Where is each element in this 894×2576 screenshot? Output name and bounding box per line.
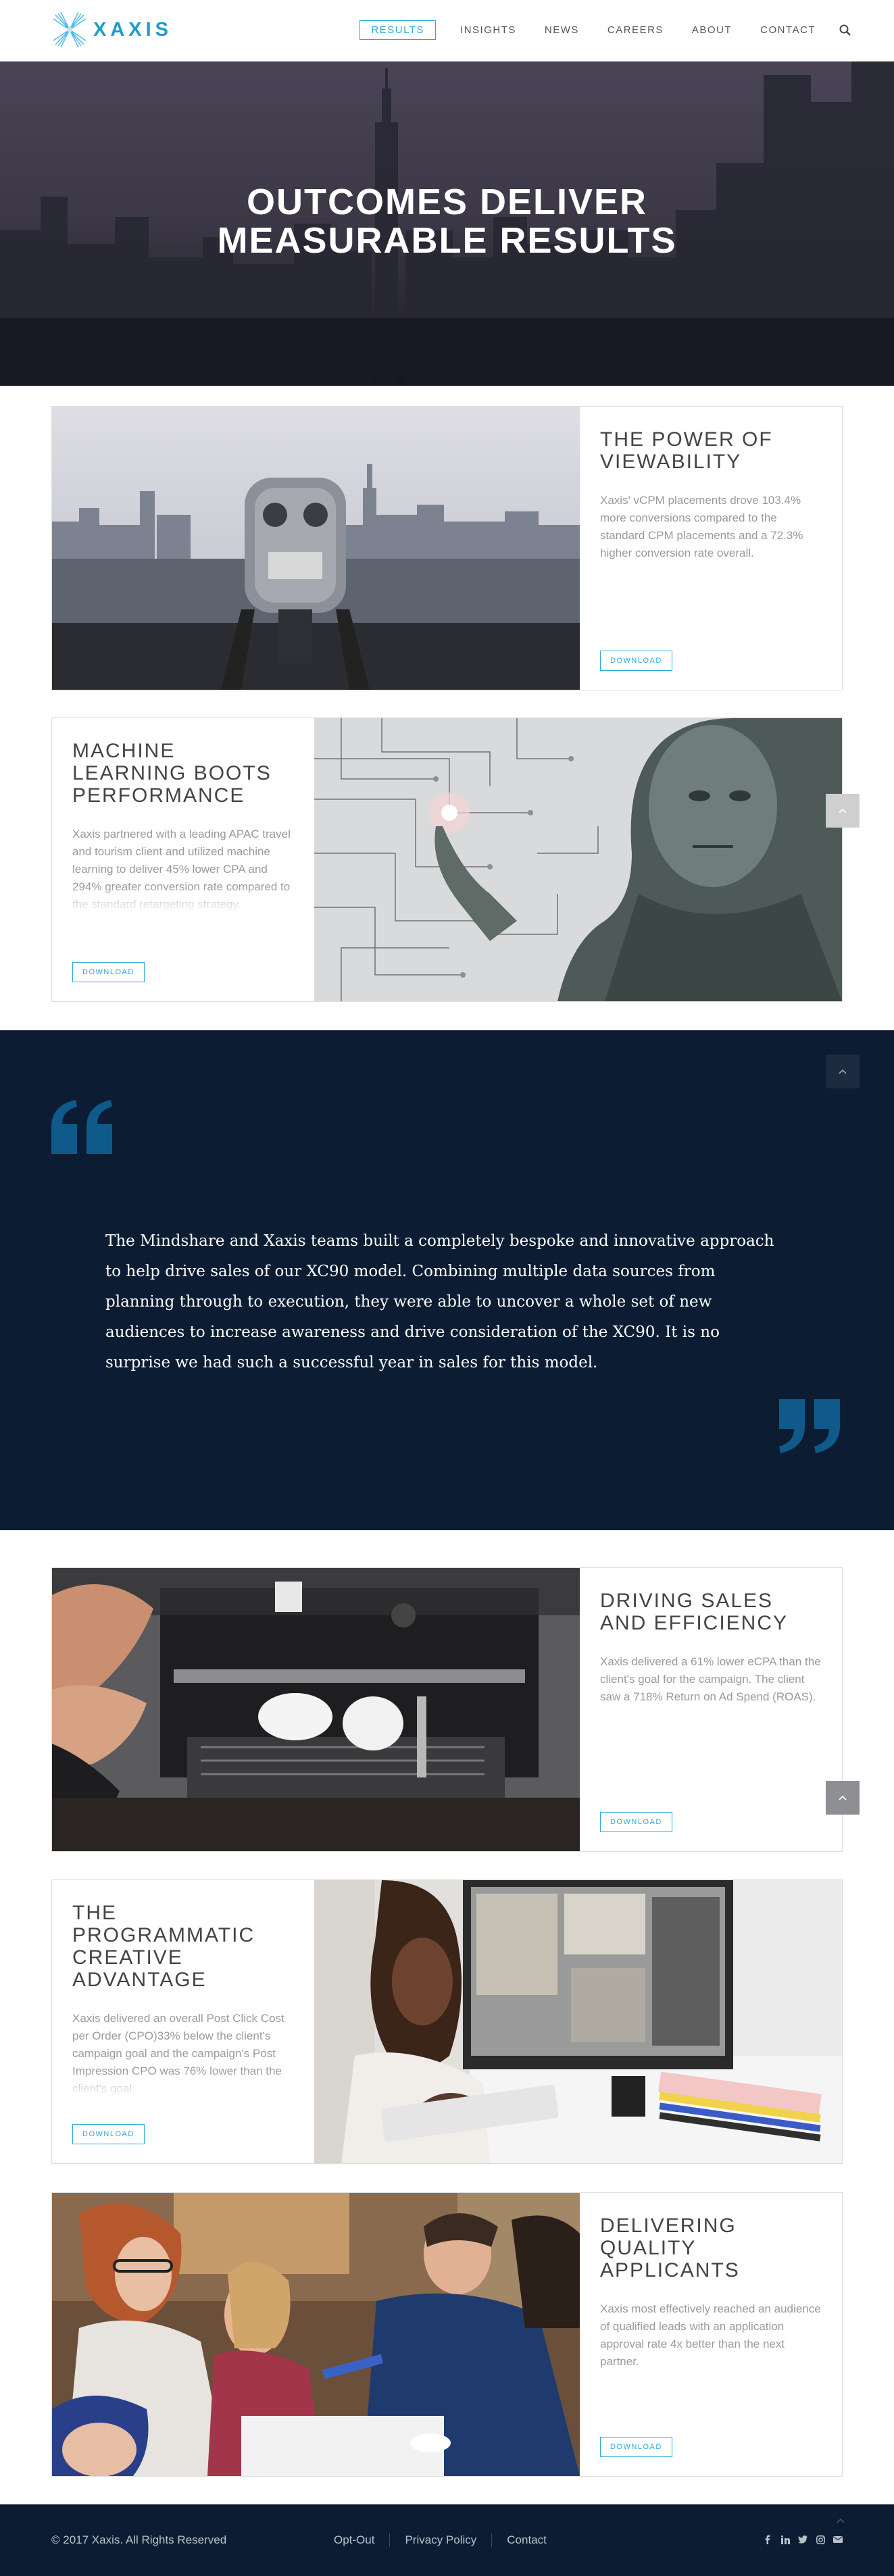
open-quote-icon bbox=[51, 1100, 112, 1154]
case-study-card-viewability: THE POWER OF VIEWABILITY Xaxis' vCPM pla… bbox=[51, 406, 843, 690]
scroll-up-button[interactable] bbox=[826, 1781, 860, 1815]
instagram-icon[interactable] bbox=[816, 2534, 825, 2545]
card-description: Xaxis most effectively reached an audien… bbox=[600, 2302, 821, 2368]
download-button[interactable]: DOWNLOAD bbox=[600, 651, 672, 671]
card-title: MACHINE LEARNING BOOTS PERFORMANCE bbox=[72, 740, 272, 807]
espresso-machine-image bbox=[52, 1568, 580, 1851]
twitter-icon[interactable] bbox=[798, 2534, 808, 2545]
card-description: Xaxis delivered a 61% lower eCPA than th… bbox=[600, 1655, 821, 1703]
footer-links: Opt-Out Privacy Policy Contact bbox=[331, 2533, 562, 2547]
card-description: Xaxis partnered with a leading APAC trav… bbox=[72, 826, 294, 913]
main-nav: RESULTS INSIGHTS NEWS CAREERS ABOUT CONT… bbox=[339, 20, 852, 40]
card-text-panel: THE POWER OF VIEWABILITY Xaxis' vCPM pla… bbox=[580, 407, 842, 690]
nav-results[interactable]: RESULTS bbox=[359, 20, 437, 40]
chevron-up-icon bbox=[839, 1795, 847, 1800]
copyright-text: © 2017 Xaxis. All Rights Reserved bbox=[51, 2533, 227, 2546]
case-study-card-quality-applicants: DELIVERING QUALITY APPLICANTS Xaxis most… bbox=[51, 2192, 843, 2477]
binocular-viewer-image bbox=[52, 407, 580, 690]
linkedin-icon[interactable] bbox=[780, 2534, 790, 2545]
side-arrow-button[interactable] bbox=[826, 794, 860, 828]
search-icon[interactable] bbox=[839, 24, 852, 37]
footer-link-privacy-policy[interactable]: Privacy Policy bbox=[389, 2533, 491, 2547]
chevron-up-icon bbox=[839, 1069, 847, 1074]
case-study-card-programmatic-creative: THE PROGRAMMATIC CREATIVE ADVANTAGE Xaxi… bbox=[51, 1879, 843, 2164]
logo-text: XAXIS bbox=[93, 18, 173, 41]
social-icons bbox=[755, 2534, 843, 2545]
card-text-panel: MACHINE LEARNING BOOTS PERFORMANCE Xaxis… bbox=[52, 718, 314, 1001]
card-title: DELIVERING QUALITY APPLICANTS bbox=[600, 2215, 740, 2281]
chevron-up-icon bbox=[837, 2518, 845, 2523]
nav-insights[interactable]: INSIGHTS bbox=[456, 21, 520, 39]
nav-contact[interactable]: CONTACT bbox=[756, 21, 820, 39]
people-at-cafe-image bbox=[52, 2193, 580, 2476]
nav-careers[interactable]: CAREERS bbox=[603, 21, 668, 39]
facebook-icon[interactable] bbox=[763, 2534, 772, 2545]
card-text-panel: THE PROGRAMMATIC CREATIVE ADVANTAGE Xaxi… bbox=[52, 1880, 314, 2163]
scroll-up-button[interactable] bbox=[826, 1055, 860, 1088]
xaxis-logo[interactable]: XAXIS bbox=[51, 11, 172, 49]
download-button[interactable]: DOWNLOAD bbox=[600, 1812, 672, 1832]
nav-news[interactable]: NEWS bbox=[541, 21, 583, 39]
testimonial-text: The Mindshare and Xaxis teams built a co… bbox=[105, 1232, 774, 1371]
hero-banner: OUTCOMES DELIVER MEASURABLE RESULTS bbox=[0, 61, 894, 386]
designer-workstation-image bbox=[314, 1880, 842, 2163]
download-button[interactable]: DOWNLOAD bbox=[72, 962, 145, 982]
card-description: Xaxis' vCPM placements drove 103.4% more… bbox=[600, 494, 803, 559]
site-header: XAXIS RESULTS INSIGHTS NEWS CAREERS ABOU… bbox=[0, 0, 894, 61]
download-button[interactable]: DOWNLOAD bbox=[600, 2437, 672, 2457]
hero-title: OUTCOMES DELIVER MEASURABLE RESULTS bbox=[0, 183, 894, 260]
hero-title-line-1: OUTCOMES DELIVER bbox=[246, 182, 648, 222]
card-title: DRIVING SALES AND EFFICIENCY bbox=[600, 1590, 789, 1634]
footer-link-contact[interactable]: Contact bbox=[491, 2533, 562, 2547]
email-icon[interactable] bbox=[833, 2534, 843, 2545]
testimonial-section: The Mindshare and Xaxis teams built a co… bbox=[0, 1030, 894, 1530]
case-study-card-driving-sales: DRIVING SALES AND EFFICIENCY Xaxis deliv… bbox=[51, 1567, 843, 1852]
robot-circuit-image bbox=[314, 718, 842, 1001]
card-title: THE POWER OF VIEWABILITY bbox=[600, 428, 773, 473]
card-title: THE PROGRAMMATIC CREATIVE ADVANTAGE bbox=[72, 1902, 255, 1991]
logo-x-icon bbox=[53, 11, 86, 48]
card-text-panel: DRIVING SALES AND EFFICIENCY Xaxis deliv… bbox=[580, 1568, 842, 1851]
nav-about[interactable]: ABOUT bbox=[688, 21, 736, 39]
scroll-up-button[interactable] bbox=[826, 2506, 855, 2535]
card-text-panel: DELIVERING QUALITY APPLICANTS Xaxis most… bbox=[580, 2193, 842, 2476]
chevron-up-icon bbox=[839, 808, 847, 813]
site-footer: © 2017 Xaxis. All Rights Reserved Opt-Ou… bbox=[0, 2504, 894, 2576]
hero-title-line-2: MEASURABLE RESULTS bbox=[217, 220, 677, 261]
download-button[interactable]: DOWNLOAD bbox=[72, 2124, 145, 2144]
footer-link-opt-out[interactable]: Opt-Out bbox=[331, 2533, 389, 2547]
close-quote-icon bbox=[779, 1399, 840, 1453]
card-description: Xaxis delivered an overall Post Click Co… bbox=[72, 2010, 294, 2098]
case-study-card-machine-learning: MACHINE LEARNING BOOTS PERFORMANCE Xaxis… bbox=[51, 717, 843, 1002]
